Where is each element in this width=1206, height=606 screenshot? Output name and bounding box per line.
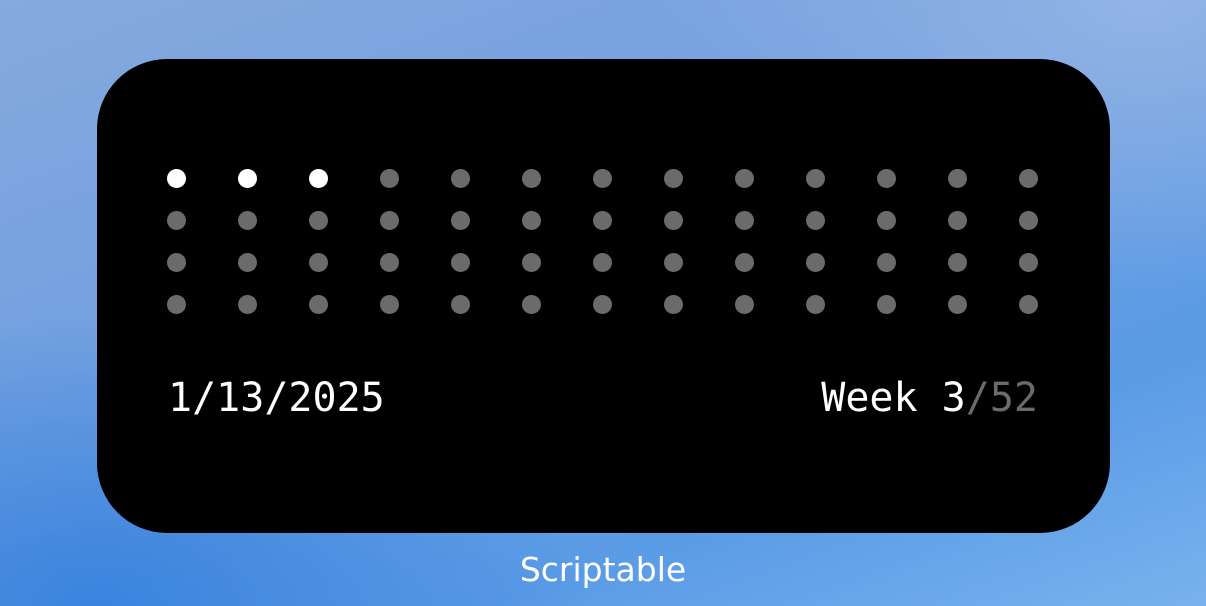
week-dot-remaining — [806, 253, 825, 272]
week-dot-remaining — [522, 295, 541, 314]
week-dot-remaining — [1019, 253, 1038, 272]
week-dot-remaining — [451, 211, 470, 230]
week-dot-remaining — [522, 253, 541, 272]
week-dot-remaining — [664, 169, 683, 188]
week-dot-remaining — [238, 211, 257, 230]
week-dot-remaining — [948, 169, 967, 188]
week-dot-remaining — [309, 211, 328, 230]
week-dot-remaining — [948, 295, 967, 314]
week-dot-remaining — [238, 253, 257, 272]
week-dot-remaining — [451, 295, 470, 314]
current-date: 1/13/2025 — [168, 375, 385, 421]
week-dot-remaining — [380, 211, 399, 230]
week-dot-remaining — [664, 253, 683, 272]
week-dot-remaining — [380, 295, 399, 314]
week-dot-remaining — [380, 253, 399, 272]
week-dot-remaining — [238, 295, 257, 314]
week-dot-remaining — [1019, 169, 1038, 188]
week-dot-remaining — [948, 211, 967, 230]
week-dot-remaining — [735, 295, 754, 314]
week-dot-remaining — [1019, 211, 1038, 230]
week-dot-remaining — [522, 211, 541, 230]
week-dot-remaining — [735, 211, 754, 230]
week-dot-remaining — [309, 253, 328, 272]
week-dot-remaining — [948, 253, 967, 272]
week-dot-remaining — [664, 295, 683, 314]
week-dot-elapsed — [167, 169, 186, 188]
week-dot-remaining — [451, 169, 470, 188]
week-dot-remaining — [877, 253, 896, 272]
week-dot-remaining — [167, 253, 186, 272]
week-dot-remaining — [735, 169, 754, 188]
week-dot-remaining — [593, 211, 612, 230]
week-progress-grid — [167, 169, 1047, 315]
week-dot-remaining — [806, 169, 825, 188]
week-dot-remaining — [877, 295, 896, 314]
week-dot-remaining — [593, 295, 612, 314]
widget-app-label[interactable]: Scriptable — [0, 548, 1206, 592]
week-dot-remaining — [806, 211, 825, 230]
week-dot-remaining — [877, 211, 896, 230]
week-prefix: Week — [821, 375, 942, 421]
week-dot-elapsed — [309, 169, 328, 188]
week-dot-remaining — [664, 211, 683, 230]
week-current: 3 — [941, 375, 966, 421]
week-total: /52 — [965, 375, 1038, 421]
week-dot-remaining — [1019, 295, 1038, 314]
week-dot-remaining — [380, 169, 399, 188]
week-dot-remaining — [522, 169, 541, 188]
week-dot-remaining — [593, 169, 612, 188]
week-dot-remaining — [877, 169, 896, 188]
week-dot-remaining — [806, 295, 825, 314]
week-dot-remaining — [167, 295, 186, 314]
week-dot-remaining — [593, 253, 612, 272]
week-dot-elapsed — [238, 169, 257, 188]
week-counter: Week 3/52 — [821, 374, 1038, 422]
week-dot-remaining — [451, 253, 470, 272]
week-dot-remaining — [167, 211, 186, 230]
week-dot-remaining — [735, 253, 754, 272]
week-dot-remaining — [309, 295, 328, 314]
